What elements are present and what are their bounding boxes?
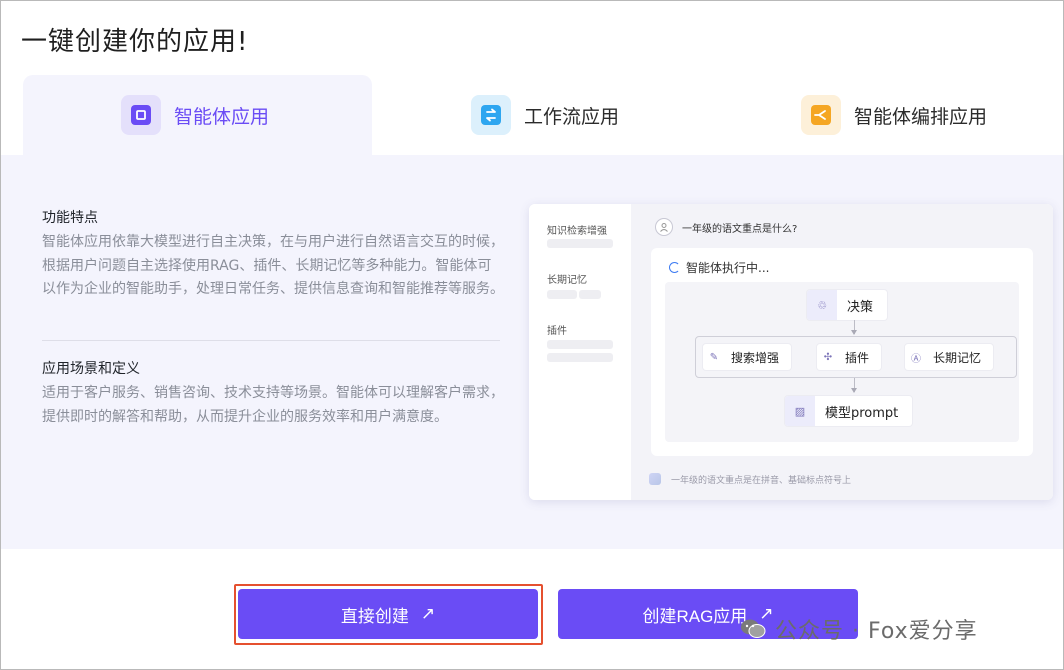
agent-app-icon: [121, 95, 161, 135]
preview-main: 一年级的语文重点是什么? 智能体执行中... ♲ 决策 ✎ 搜索增强 ✣ 插件 …: [631, 204, 1053, 500]
node-memory: Ⓐ 长期记忆: [905, 344, 994, 370]
search-enhance-icon: ✎: [709, 351, 719, 363]
preview-question: 一年级的语文重点是什么?: [682, 223, 798, 235]
agent-preview-illustration: 知识检索增强 长期记忆 插件 一年级的语文重点是什么? 智能体执行中... ♲ …: [529, 204, 1053, 500]
memory-icon: Ⓐ: [911, 353, 921, 365]
scenarios-title: 应用场景和定义: [42, 361, 140, 377]
workflow-icon: [471, 95, 511, 135]
preview-status: 智能体执行中...: [669, 259, 769, 276]
preview-status-text: 智能体执行中...: [686, 261, 770, 275]
tab-agent-orchestration-app-label: 智能体编排应用: [854, 105, 988, 128]
preview-placeholder-bar: [547, 290, 577, 299]
preview-question-row: 一年级的语文重点是什么?: [655, 218, 797, 236]
preview-placeholder-bar: [547, 340, 613, 349]
preview-side-label-plugin: 插件: [547, 326, 567, 337]
preview-placeholder-bar: [547, 239, 613, 248]
dialog-title: 一键创建你的应用!: [21, 27, 249, 57]
preview-execution-card: 智能体执行中... ♲ 决策 ✎ 搜索增强 ✣ 插件 Ⓐ 长期记忆 ▨ 模型pr…: [651, 248, 1033, 456]
arrow-up-right-icon: ↗: [420, 604, 436, 623]
preview-side-label-memory: 长期记忆: [547, 275, 587, 286]
watermark: 公众号 · Fox爱分享: [739, 613, 978, 645]
tab-workflow-app-label: 工作流应用: [524, 105, 620, 128]
node-plugin: ✣ 插件: [817, 344, 882, 370]
tab-workflow-app[interactable]: 工作流应用: [471, 75, 619, 155]
image-icon: ▨: [785, 396, 815, 426]
tab-agent-app-label: 智能体应用: [174, 105, 270, 128]
plugin-icon: ✣: [823, 351, 833, 363]
preview-placeholder-bar: [579, 290, 601, 299]
flow-arrow-icon: [851, 330, 857, 335]
create-directly-button[interactable]: 直接创建 ↗: [238, 589, 538, 639]
loading-spinner-icon: [669, 262, 680, 273]
create-directly-label: 直接创建: [340, 606, 409, 626]
user-avatar-icon: [655, 218, 673, 236]
preview-flow-diagram: ♲ 决策 ✎ 搜索增强 ✣ 插件 Ⓐ 长期记忆 ▨ 模型prompt: [665, 282, 1019, 442]
decision-icon: ♲: [807, 290, 837, 320]
node-search-label: 搜索增强: [731, 350, 780, 365]
preview-input-bar: 一年级的语文重点是在拼音、基础标点符号上: [649, 467, 1033, 491]
node-decision: ♲ 决策: [807, 290, 888, 320]
agent-orchestration-icon: [801, 95, 841, 135]
preview-sidebar: 知识检索增强 长期记忆 插件: [529, 204, 631, 500]
flow-arrow-icon: [851, 388, 857, 393]
preview-placeholder-bar: [547, 353, 613, 362]
preview-input-text: 一年级的语文重点是在拼音、基础标点符号上: [671, 475, 852, 486]
watermark-text: 公众号 · Fox爱分享: [775, 619, 978, 644]
preview-side-label-rag: 知识检索增强: [547, 226, 607, 237]
node-memory-label: 长期记忆: [933, 350, 982, 365]
node-model-prompt: ▨ 模型prompt: [785, 396, 913, 426]
node-search: ✎ 搜索增强: [703, 344, 792, 370]
tab-agent-orchestration-app[interactable]: 智能体编排应用: [801, 75, 987, 155]
features-title: 功能特点: [42, 210, 98, 226]
scenarios-description: 适用于客户服务、销售咨询、技术支持等场景。智能体可以理解客户需求，提供即时的解答…: [42, 385, 504, 425]
app-type-tabs: 智能体应用 工作流应用 智能体编排应用: [1, 75, 1063, 155]
wechat-icon: [741, 619, 766, 638]
node-decision-label: 决策: [847, 299, 874, 315]
section-divider: [42, 340, 500, 341]
node-plugin-label: 插件: [845, 350, 870, 365]
tab-agent-app[interactable]: 智能体应用: [23, 75, 372, 155]
node-model-prompt-label: 模型prompt: [825, 405, 899, 421]
gem-icon: [649, 473, 661, 485]
create-app-dialog: 一键创建你的应用! 智能体应用 工作流应用 智能体编排应用 功能特点 智能体应用…: [0, 0, 1064, 670]
create-rag-app-label: 创建RAG应用: [642, 606, 748, 626]
features-description: 智能体应用依靠大模型进行自主决策，在与用户进行自然语言交互的时候，根据用户问题自…: [42, 234, 504, 297]
